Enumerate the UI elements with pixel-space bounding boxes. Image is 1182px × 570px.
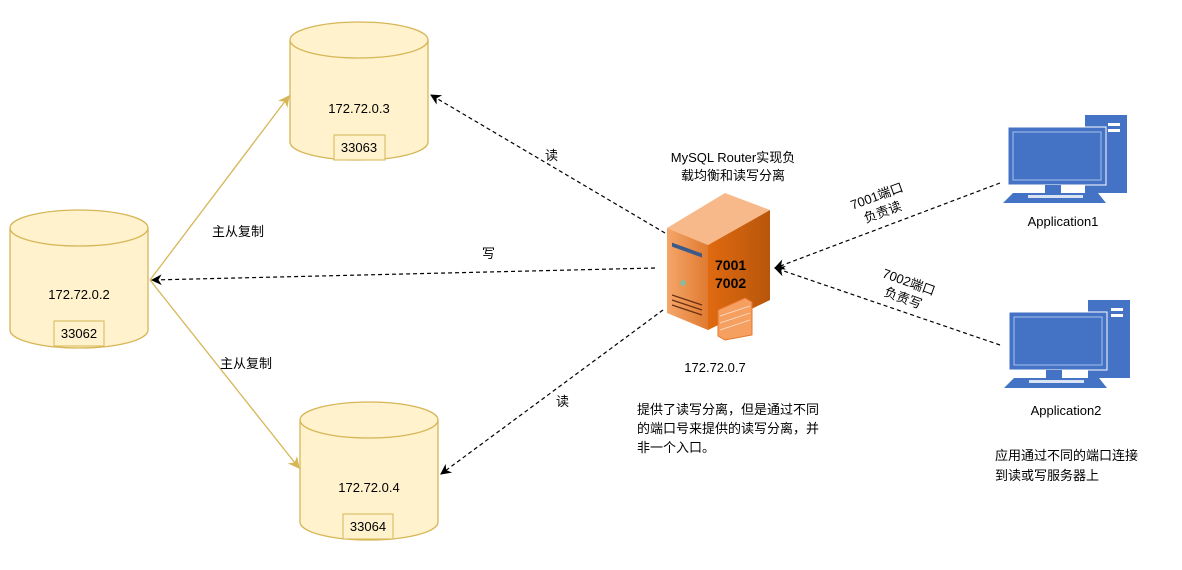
database-172-72-0-2[interactable]: 172.72.0.2 33062 [9, 209, 149, 349]
database-ip: 172.72.0.2 [48, 287, 109, 302]
replication-edge-top [149, 95, 290, 281]
computer-icon [1003, 115, 1127, 203]
router-port-7002: 7002 [715, 275, 746, 291]
read-edge-top [430, 94, 666, 234]
diagram-canvas: 主从复制 主从复制 读 写 读 7001端口 负责读 7002端口 负责写 17… [9, 21, 1138, 541]
read-label-bottom: 读 [556, 394, 569, 409]
application-name: Application2 [1031, 403, 1102, 418]
router-note-line1: 提供了读写分离，但是通过不同 [637, 402, 819, 417]
router-port-7001: 7001 [715, 257, 746, 273]
app-note-line2: 到读或写服务器上 [995, 468, 1099, 483]
database-ip: 172.72.0.4 [338, 480, 399, 495]
router-title-line2: 载均衡和读写分离 [681, 168, 785, 183]
application-name: Application1 [1028, 214, 1099, 229]
read-label-top: 读 [545, 148, 558, 163]
write-label: 写 [482, 246, 495, 261]
computer-icon [1004, 300, 1130, 388]
database-port: 33062 [61, 326, 97, 341]
router-note-line2: 的端口号来提供的读写分离，并 [637, 421, 819, 436]
application1[interactable]: Application1 [1003, 115, 1127, 229]
router-ip: 172.72.0.7 [684, 360, 745, 375]
replication-label-top: 主从复制 [212, 224, 264, 239]
router-title-line1: MySQL Router实现负 [671, 150, 796, 165]
application2[interactable]: Application2 [1004, 300, 1130, 418]
database-172-72-0-3[interactable]: 172.72.0.3 33063 [289, 21, 429, 161]
database-port: 33063 [341, 140, 377, 155]
write-edge [150, 267, 656, 286]
app-note-line1: 应用通过不同的端口连接 [995, 448, 1138, 463]
mysql-router-server[interactable]: 7001 7002 [667, 193, 770, 341]
database-port: 33064 [350, 519, 386, 534]
read-edge-bottom [440, 309, 664, 475]
replication-edge-bottom [149, 279, 300, 469]
router-note-line3: 非一个入口。 [637, 440, 715, 455]
database-172-72-0-4[interactable]: 172.72.0.4 33064 [299, 401, 439, 541]
replication-label-bottom: 主从复制 [220, 356, 272, 371]
database-ip: 172.72.0.3 [328, 101, 389, 116]
